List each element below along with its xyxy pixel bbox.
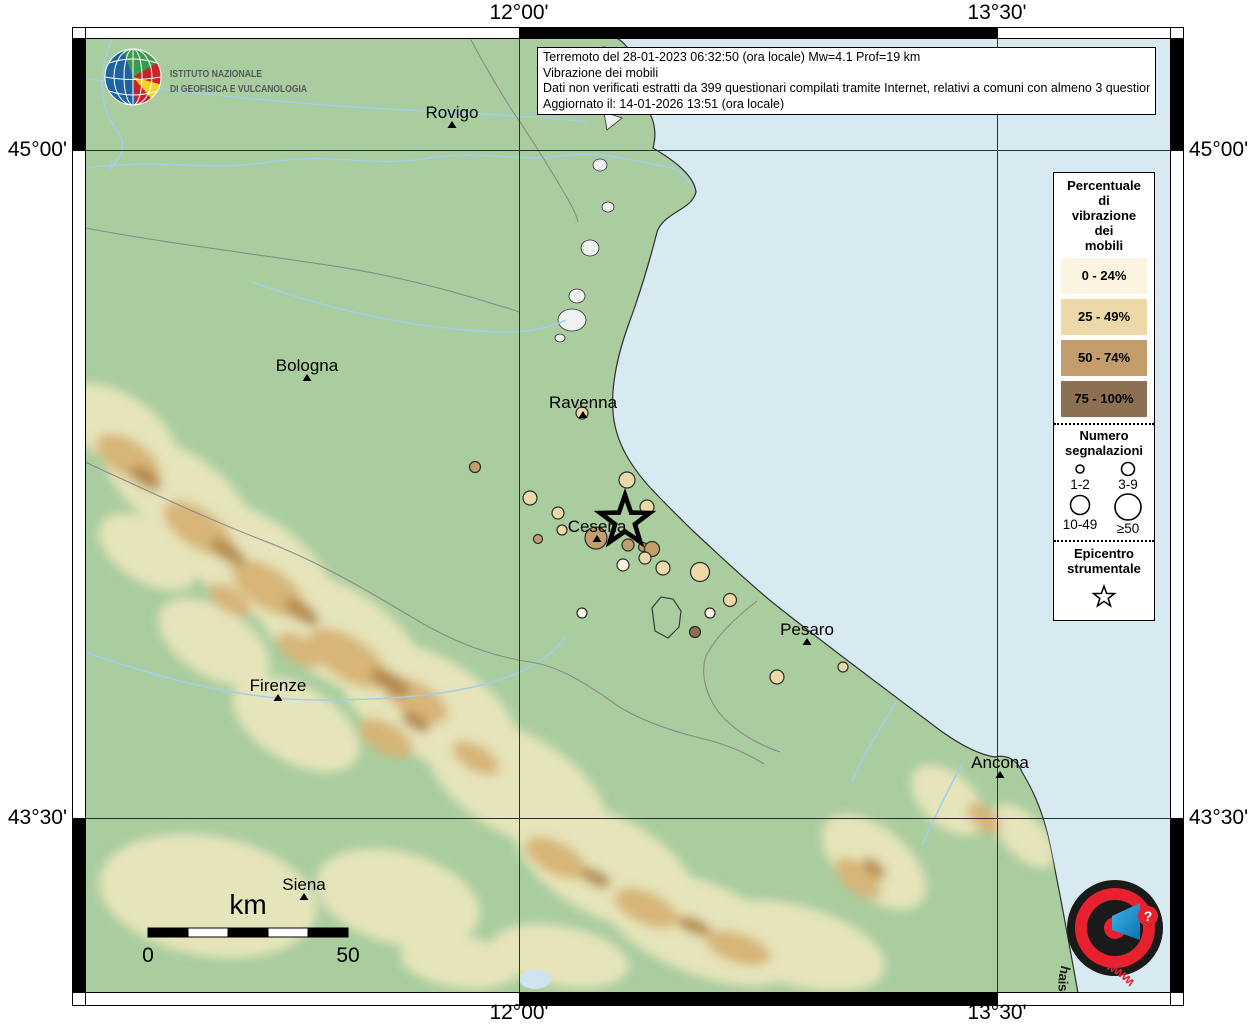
observation-circle[interactable]: [656, 561, 670, 575]
axis-label-top-12: 12°00': [489, 1, 548, 25]
legend-count-class-3-9: 3-9: [1104, 460, 1152, 492]
count-label: 3-9: [1118, 478, 1138, 492]
observation-circle[interactable]: [534, 535, 543, 544]
observation-circle[interactable]: [691, 563, 710, 582]
legend-epicenter-title: Epicentro strumentale: [1054, 542, 1154, 576]
watermark-text-red: ilterremoto.it: [1071, 1017, 1150, 1024]
count-circle-icon: [1071, 496, 1090, 515]
event-info-line4: Aggiornato il: 14-01-2026 13:51 (ora loc…: [543, 97, 1150, 113]
city-label: Rovigo: [426, 103, 479, 122]
observation-circle[interactable]: [690, 627, 701, 638]
axis-label-left-4330: 43°30': [0, 806, 67, 830]
legend-epicenter-title-line: Epicentro: [1054, 546, 1154, 561]
legend-swatch-50-74: 50 - 74%: [1061, 340, 1147, 376]
city-label: Siena: [282, 875, 326, 894]
observation-circle[interactable]: [470, 462, 481, 473]
axis-label-top-1330: 13°30': [967, 1, 1026, 25]
city-label: Ancona: [971, 753, 1029, 772]
observation-circle[interactable]: [619, 472, 635, 488]
observation-circle[interactable]: [622, 539, 634, 551]
legend-count-grid: 1-2 3-9 10-49 ≥50: [1054, 458, 1154, 540]
map-area: Rovigo Bologna Ravenna Cesena Pesaro Firenze A…: [45, 38, 1171, 1024]
scale-end: 50: [336, 944, 359, 967]
event-info-line1: Terremoto del 28-01-2023 06:32:50 (ora l…: [543, 50, 1150, 66]
count-label: 1-2: [1070, 478, 1090, 492]
event-info-line2: Vibrazione dei mobili: [543, 66, 1150, 82]
legend-counts-title: Numero segnalazioni: [1054, 425, 1154, 458]
observation-circle[interactable]: [705, 608, 715, 618]
legend-epicenter-title-line: strumentale: [1054, 561, 1154, 576]
city-label: Pesaro: [780, 620, 834, 639]
epicenter-star-icon: [1090, 583, 1118, 611]
legend-counts-title-line: Numero: [1054, 428, 1154, 443]
map-page: Rovigo Bologna Ravenna Cesena Pesaro Firenze A…: [0, 0, 1256, 1024]
axis-label-bottom-12: 12°00': [489, 1001, 548, 1024]
city-label: Firenze: [250, 676, 307, 695]
question-mark: ?: [1144, 908, 1153, 924]
observation-circle[interactable]: [770, 670, 784, 684]
legend-swatch-75-100: 75 - 100%: [1061, 381, 1147, 417]
count-label: ≥50: [1117, 522, 1139, 536]
city-label: Bologna: [276, 356, 339, 375]
legend-swatch-25-49: 25 - 49%: [1061, 299, 1147, 335]
observation-circle[interactable]: [577, 608, 587, 618]
observation-circle[interactable]: [838, 662, 848, 672]
scale-unit: km: [229, 889, 266, 920]
count-circle-icon: [1076, 465, 1084, 473]
axis-label-right-45: 45°00': [1189, 138, 1248, 162]
legend-counts-title-line: segnalazioni: [1054, 443, 1154, 458]
legend-count-class-50: ≥50: [1104, 492, 1152, 536]
city-label: Cesena: [568, 517, 627, 536]
ingv-logo: [105, 49, 161, 105]
institute-name-line2: DI GEOFISICA E VULCANOLOGIA: [170, 83, 307, 95]
axis-label-bottom-1330: 13°30': [967, 1001, 1026, 1024]
axis-label-right-4330: 43°30': [1189, 806, 1248, 830]
observation-circle[interactable]: [523, 491, 537, 505]
legend-title-line: vibrazione: [1054, 208, 1154, 223]
legend-count-class-1-2: 1-2: [1056, 460, 1104, 492]
observation-circle[interactable]: [639, 552, 651, 564]
legend-title-line: di: [1054, 193, 1154, 208]
observation-circle[interactable]: [724, 594, 737, 607]
axis-label-left-45: 45°00': [0, 138, 67, 162]
legend-title-line: dei: [1054, 223, 1154, 238]
event-info-line3: Dati non verificati estratti da 399 ques…: [543, 81, 1150, 97]
observation-circle[interactable]: [552, 507, 564, 519]
observation-circle[interactable]: [617, 559, 629, 571]
epicenter-star-glyph: [1094, 586, 1115, 606]
scale-start: 0: [142, 944, 154, 967]
legend-title-line: Percentuale: [1054, 178, 1154, 193]
institute-name-line1: ISTITUTO NAZIONALE: [170, 68, 262, 80]
legend-count-class-10-49: 10-49: [1056, 492, 1104, 536]
legend-title-line: mobili: [1054, 238, 1154, 253]
legend-title: Percentuale di vibrazione dei mobili: [1054, 173, 1154, 253]
count-circle-icon: [1122, 463, 1135, 476]
city-label: Ravenna: [549, 393, 618, 412]
legend-swatches: 0 - 24% 25 - 49% 50 - 74% 75 - 100%: [1054, 258, 1154, 423]
event-info-box: Terremoto del 28-01-2023 06:32:50 (ora l…: [537, 47, 1156, 115]
count-label: 10-49: [1063, 518, 1098, 532]
legend-panel: Percentuale di vibrazione dei mobili 0 -…: [1053, 172, 1155, 621]
count-circle-icon: [1115, 494, 1141, 520]
lake: [519, 969, 551, 989]
observation-circle[interactable]: [557, 525, 567, 535]
legend-swatch-0-24: 0 - 24%: [1061, 258, 1147, 294]
